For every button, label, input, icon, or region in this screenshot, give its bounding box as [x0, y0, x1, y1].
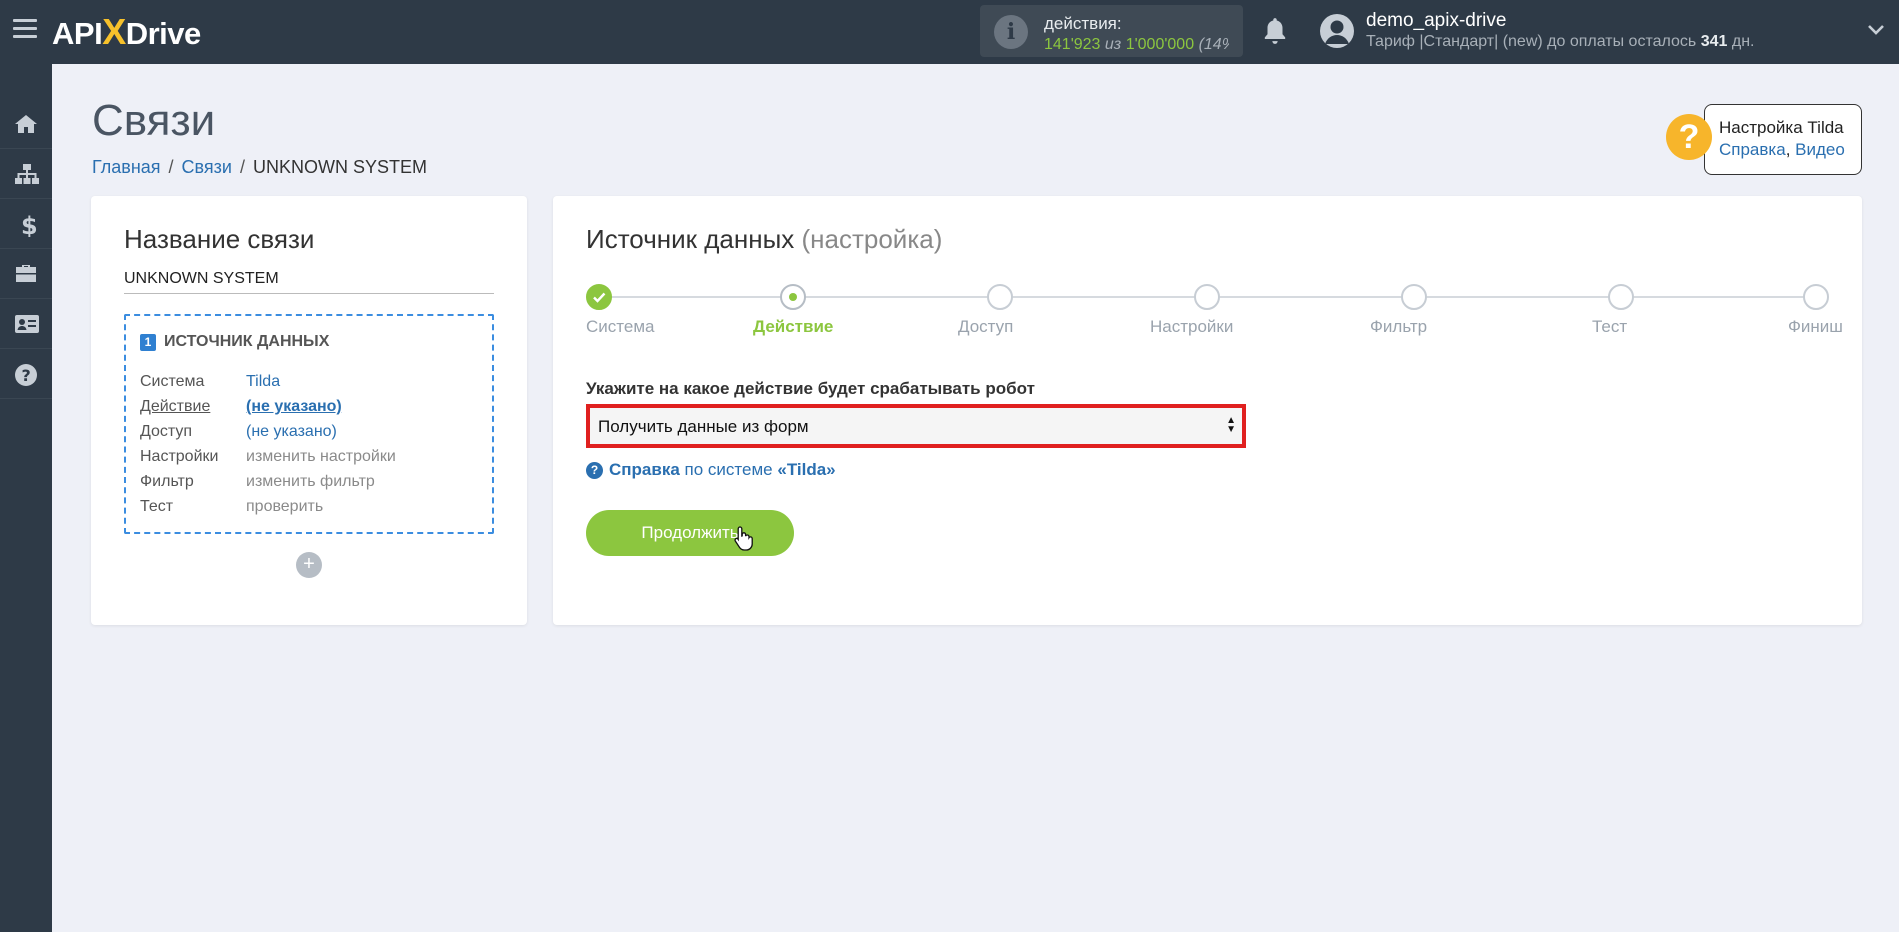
source-row-label: Действие	[140, 398, 211, 415]
top-bar: APIXDrive i действия: 141'923 из 1'000'0…	[0, 0, 1899, 64]
sidebar-item-profile[interactable]	[0, 299, 52, 349]
source-row-label: Доступ	[140, 423, 193, 440]
system-help-link[interactable]: ? Справка по системе «Tilda»	[586, 460, 836, 480]
source-settings-card: Источник данных (настройка) Система Дейс…	[553, 196, 1862, 625]
logo[interactable]: APIXDrive	[52, 12, 201, 52]
actions-label: действия:	[1044, 14, 1122, 33]
briefcase-icon	[16, 265, 36, 282]
breadcrumb-current: UNKNOWN SYSTEM	[252, 157, 427, 177]
sidebar-item-services[interactable]	[0, 249, 52, 299]
add-step-button[interactable]: +	[296, 552, 322, 578]
data-source-block[interactable]: 1 ИСТОЧНИК ДАННЫХ Система Tilda Действие…	[124, 314, 494, 534]
continue-button[interactable]: Продолжить	[586, 510, 794, 556]
connection-heading: Название связи	[124, 224, 315, 254]
svg-text:$: $	[21, 213, 38, 237]
source-settings-value[interactable]: изменить настройки	[246, 448, 396, 466]
source-row-label: Система	[140, 373, 205, 390]
id-card-icon	[15, 315, 39, 333]
sitemap-icon	[15, 164, 39, 184]
help-circle-icon: ?	[15, 364, 37, 386]
connection-name-field[interactable]: UNKNOWN SYSTEM	[124, 270, 494, 294]
sidebar-item-billing[interactable]: $	[0, 199, 52, 249]
chevron-down-icon[interactable]	[1866, 20, 1886, 40]
help-box: Настройка Tilda Справка, Видео	[1704, 104, 1862, 175]
hand-cursor-icon	[734, 526, 753, 551]
sidebar-item-connections[interactable]	[0, 149, 52, 199]
sidebar-item-home[interactable]	[0, 99, 52, 149]
sidebar-item-help[interactable]: ?	[0, 349, 52, 399]
check-icon	[593, 292, 606, 303]
home-icon	[15, 115, 37, 133]
source-action-value[interactable]: (не указано)	[246, 398, 342, 416]
source-row-label: Настройки	[140, 448, 219, 465]
source-title: ИСТОЧНИК ДАННЫХ	[164, 333, 330, 350]
select-arrows-icon: ▲ ▼	[1226, 415, 1236, 435]
source-access-value[interactable]: (не указано)	[246, 423, 337, 441]
source-filter-value[interactable]: изменить фильтр	[246, 473, 375, 491]
menu-icon[interactable]	[13, 19, 37, 41]
source-system-value[interactable]: Tilda	[246, 373, 280, 391]
breadcrumb-home[interactable]: Главная	[92, 157, 161, 177]
svg-text:?: ?	[22, 366, 31, 385]
question-icon: ?	[586, 462, 603, 479]
action-question-label: Укажите на какое действие будет срабатыв…	[586, 379, 1035, 398]
actions-counter: i действия: 141'923 из 1'000'000 (14%)	[980, 5, 1243, 57]
action-select-value: Получить данные из форм	[598, 417, 809, 436]
action-select[interactable]: Получить данные из форм ▲ ▼	[586, 404, 1246, 448]
user-plan: Тариф |Стандарт| (new) до оплаты осталос…	[1366, 33, 1755, 50]
source-number-badge: 1	[140, 334, 156, 351]
dollar-icon: $	[21, 213, 38, 237]
settings-heading: Источник данных (настройка)	[586, 224, 943, 254]
user-name[interactable]: demo_apix-drive	[1366, 10, 1506, 32]
source-row-label: Фильтр	[140, 473, 194, 490]
page-title: Связи	[92, 96, 216, 145]
source-test-value[interactable]: проверить	[246, 498, 323, 516]
info-icon: i	[994, 15, 1028, 49]
avatar[interactable]	[1320, 14, 1354, 48]
progress-stepper: Система Действие Доступ Настройки Фильтр…	[586, 284, 1843, 344]
question-icon[interactable]: ?	[1666, 114, 1712, 160]
breadcrumb-connections[interactable]: Связи	[182, 157, 232, 177]
bell-icon[interactable]	[1262, 16, 1288, 46]
help-box-title: Настройка Tilda	[1719, 118, 1844, 137]
breadcrumb: Главная / Связи / UNKNOWN SYSTEM	[92, 157, 427, 177]
actions-count: 141'923 из 1'000'000 (14%)	[1044, 36, 1229, 53]
sidebar: $ ?	[0, 64, 52, 932]
help-link-docs[interactable]: Справка	[1719, 140, 1786, 159]
source-row-label: Тест	[140, 498, 174, 515]
help-link-video[interactable]: Видео	[1795, 140, 1845, 159]
